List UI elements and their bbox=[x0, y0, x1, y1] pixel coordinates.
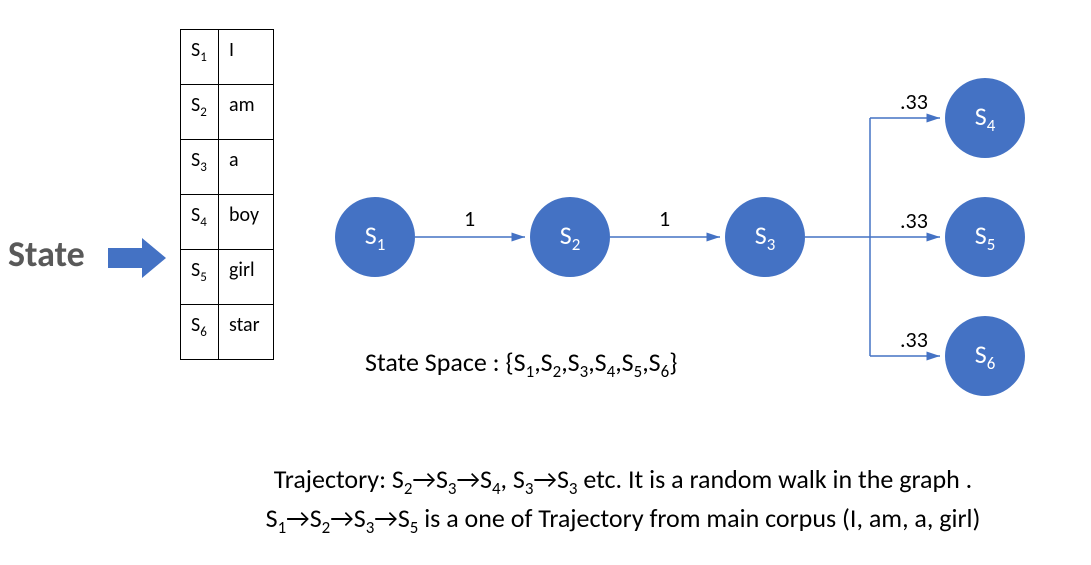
table-row: S2am bbox=[181, 85, 274, 140]
edge-weight-s1-s2: 1 bbox=[464, 205, 475, 232]
table-row: S4boy bbox=[181, 195, 274, 250]
graph-node-s1: S1 bbox=[335, 197, 415, 277]
trajectory-text: Trajectory: S2→S3→S4, S3→S3 etc. It is a… bbox=[168, 462, 1078, 540]
edge-weight-s2-s3: 1 bbox=[659, 205, 670, 232]
state-heading: State bbox=[8, 232, 85, 276]
edge-weight-s3-s5: .33 bbox=[900, 207, 928, 234]
graph-node-s2: S2 bbox=[530, 197, 610, 277]
table-row: S6star bbox=[181, 305, 274, 360]
graph-node-s3: S3 bbox=[725, 197, 805, 277]
edge-weight-s3-s6: .33 bbox=[900, 326, 928, 353]
graph-node-s5: S5 bbox=[945, 197, 1025, 277]
edge-weight-s3-s4: .33 bbox=[900, 88, 928, 115]
state-space-text: State Space : {S1,S2,S3,S4,S5,S6} bbox=[365, 346, 677, 382]
graph-node-s4: S4 bbox=[945, 78, 1025, 158]
table-row: S3a bbox=[181, 140, 274, 195]
graph-node-s6: S6 bbox=[945, 316, 1025, 396]
state-arrow-icon bbox=[108, 238, 168, 278]
state-table: S1I S2am S3a S4boy S5girl S6star bbox=[180, 29, 274, 360]
table-row: S5girl bbox=[181, 250, 274, 305]
table-row: S1I bbox=[181, 30, 274, 85]
